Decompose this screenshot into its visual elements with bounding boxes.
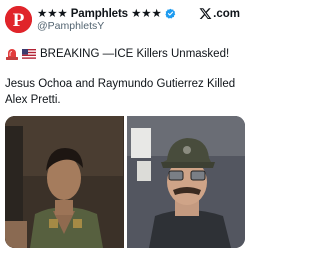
x-brand[interactable]: .com (199, 7, 240, 20)
siren-icon (6, 49, 18, 60)
avatar[interactable]: P (5, 6, 32, 33)
us-flag-icon (22, 49, 36, 59)
avatar-letter: P (13, 10, 25, 31)
photo-left-image (5, 116, 123, 248)
handle[interactable]: @PamphletsY (37, 20, 104, 32)
headline-text: BREAKING —ICE Killers Unmasked! (40, 48, 230, 60)
display-name[interactable]: ★★★ Pamphlets ★★★ (37, 6, 162, 20)
tweet-body-text: Jesus Ochoa and Raymundo Gutierrez Kille… (5, 78, 236, 106)
photo-right-image (126, 116, 245, 248)
tweet-headline: BREAKING —ICE Killers Unmasked! (5, 46, 229, 62)
avatar-logo: P (5, 6, 32, 33)
photo-right[interactable] (126, 116, 245, 248)
tweet-header: P ★★★ Pamphlets ★★★ @PamphletsY .com (0, 0, 250, 36)
x-logo-icon (199, 8, 212, 20)
photo-left[interactable] (5, 116, 124, 248)
x-brand-domain: .com (213, 7, 240, 20)
tweet-media[interactable] (5, 116, 245, 248)
name-row: ★★★ Pamphlets ★★★ (37, 6, 176, 20)
verified-badge-icon (165, 8, 175, 19)
